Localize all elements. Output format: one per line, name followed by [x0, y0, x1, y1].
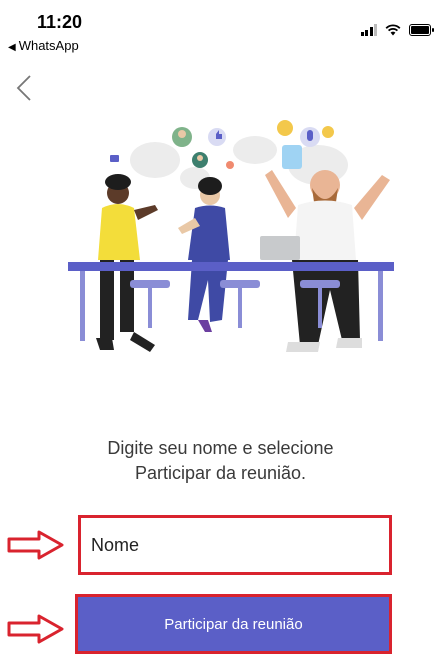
back-triangle-icon: ◀	[8, 42, 16, 53]
name-input[interactable]	[81, 518, 389, 572]
emoji-icon	[277, 120, 293, 136]
wifi-icon	[385, 24, 401, 36]
arrow-right-icon	[7, 614, 64, 644]
video-icon	[110, 155, 119, 162]
back-app-label: WhatsApp	[18, 38, 79, 53]
status-time: 11:20	[37, 12, 83, 32]
status-bar: 11:20 ◀ WhatsApp	[0, 0, 441, 60]
instruction-line-1: Digite seu nome e selecione	[107, 438, 334, 458]
instruction-line-2: Participar da reunião.	[134, 463, 307, 483]
system-icons	[360, 24, 434, 36]
speech-bubble	[233, 136, 277, 164]
back-to-app-link[interactable]: ◀ WhatsApp	[8, 38, 79, 53]
speech-bubble	[130, 142, 180, 178]
emoji-icon	[322, 126, 334, 138]
document-icon	[282, 145, 302, 169]
name-field-box	[78, 515, 392, 575]
arrow-right-icon	[7, 530, 64, 560]
instruction-text: Digite seu nome e selecione Participar d…	[0, 436, 441, 486]
battery-icon	[409, 24, 434, 36]
join-meeting-button[interactable]: Participar da reunião	[75, 594, 392, 654]
table	[68, 262, 394, 271]
signal-icon	[360, 24, 377, 36]
meeting-illustration	[68, 120, 394, 352]
chevron-left-icon[interactable]	[10, 72, 36, 104]
